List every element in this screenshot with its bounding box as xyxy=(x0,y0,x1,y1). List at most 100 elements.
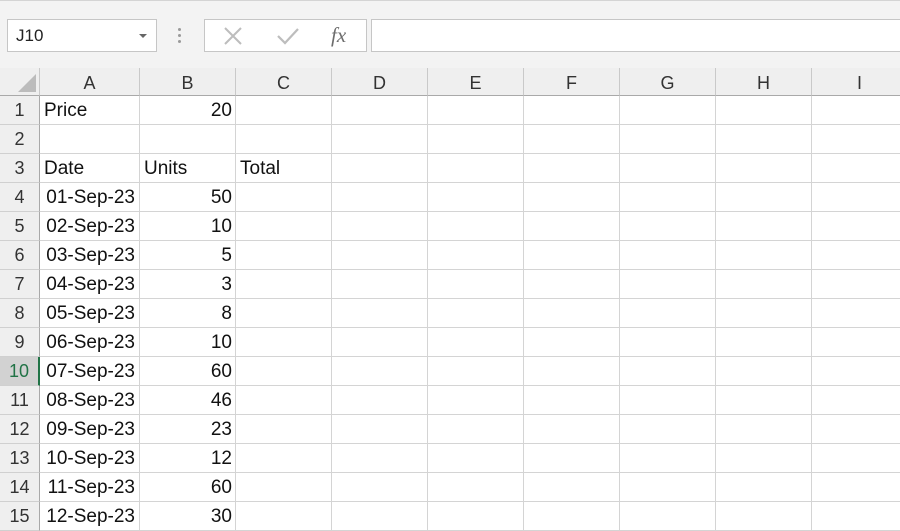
cell-c3[interactable]: Total xyxy=(236,154,332,183)
cell-b6[interactable]: 5 xyxy=(140,241,236,270)
cell-d11[interactable] xyxy=(332,386,428,415)
row-header-11[interactable]: 11 xyxy=(0,386,40,415)
cell-d14[interactable] xyxy=(332,473,428,502)
cell-a7[interactable]: 04-Sep-23 xyxy=(40,270,140,299)
row-header-10[interactable]: 10 xyxy=(0,357,40,386)
cell-h14[interactable] xyxy=(716,473,812,502)
column-header-c[interactable]: C xyxy=(236,68,332,96)
cell-e7[interactable] xyxy=(428,270,524,299)
cell-h3[interactable] xyxy=(716,154,812,183)
cell-c1[interactable] xyxy=(236,96,332,125)
cell-e14[interactable] xyxy=(428,473,524,502)
cell-e4[interactable] xyxy=(428,183,524,212)
cell-d13[interactable] xyxy=(332,444,428,473)
cell-b8[interactable]: 8 xyxy=(140,299,236,328)
cell-c14[interactable] xyxy=(236,473,332,502)
cell-b11[interactable]: 46 xyxy=(140,386,236,415)
cell-e11[interactable] xyxy=(428,386,524,415)
cell-f13[interactable] xyxy=(524,444,620,473)
cell-g7[interactable] xyxy=(620,270,716,299)
formula-input[interactable] xyxy=(371,19,900,52)
cell-e5[interactable] xyxy=(428,212,524,241)
cell-f6[interactable] xyxy=(524,241,620,270)
cell-e13[interactable] xyxy=(428,444,524,473)
cell-g14[interactable] xyxy=(620,473,716,502)
row-header-9[interactable]: 9 xyxy=(0,328,40,357)
cell-h6[interactable] xyxy=(716,241,812,270)
cell-c2[interactable] xyxy=(236,125,332,154)
row-header-13[interactable]: 13 xyxy=(0,444,40,473)
cell-g2[interactable] xyxy=(620,125,716,154)
cell-c4[interactable] xyxy=(236,183,332,212)
cell-d6[interactable] xyxy=(332,241,428,270)
cell-g5[interactable] xyxy=(620,212,716,241)
cell-c11[interactable] xyxy=(236,386,332,415)
cell-b3[interactable]: Units xyxy=(140,154,236,183)
cell-a9[interactable]: 06-Sep-23 xyxy=(40,328,140,357)
row-header-14[interactable]: 14 xyxy=(0,473,40,502)
cell-e1[interactable] xyxy=(428,96,524,125)
cell-a6[interactable]: 03-Sep-23 xyxy=(40,241,140,270)
cell-a8[interactable]: 05-Sep-23 xyxy=(40,299,140,328)
cell-f10[interactable] xyxy=(524,357,620,386)
cell-i6[interactable] xyxy=(812,241,900,270)
cell-i3[interactable] xyxy=(812,154,900,183)
cell-a2[interactable] xyxy=(40,125,140,154)
cell-h12[interactable] xyxy=(716,415,812,444)
row-header-7[interactable]: 7 xyxy=(0,270,40,299)
cell-e3[interactable] xyxy=(428,154,524,183)
cell-e9[interactable] xyxy=(428,328,524,357)
cell-c8[interactable] xyxy=(236,299,332,328)
column-header-d[interactable]: D xyxy=(332,68,428,96)
cell-b13[interactable]: 12 xyxy=(140,444,236,473)
cell-f4[interactable] xyxy=(524,183,620,212)
cell-h2[interactable] xyxy=(716,125,812,154)
cell-a14[interactable]: 11-Sep-23 xyxy=(40,473,140,502)
cell-h1[interactable] xyxy=(716,96,812,125)
cell-g3[interactable] xyxy=(620,154,716,183)
column-header-i[interactable]: I xyxy=(812,68,900,96)
column-header-a[interactable]: A xyxy=(40,68,140,96)
cell-e6[interactable] xyxy=(428,241,524,270)
cell-b7[interactable]: 3 xyxy=(140,270,236,299)
cell-i12[interactable] xyxy=(812,415,900,444)
cell-g4[interactable] xyxy=(620,183,716,212)
cell-b1[interactable]: 20 xyxy=(140,96,236,125)
cell-i13[interactable] xyxy=(812,444,900,473)
cell-i5[interactable] xyxy=(812,212,900,241)
cell-f15[interactable] xyxy=(524,502,620,531)
cell-a1[interactable]: Price xyxy=(40,96,140,125)
cell-e2[interactable] xyxy=(428,125,524,154)
cell-g11[interactable] xyxy=(620,386,716,415)
cell-f5[interactable] xyxy=(524,212,620,241)
cell-g12[interactable] xyxy=(620,415,716,444)
cell-b15[interactable]: 30 xyxy=(140,502,236,531)
cell-h8[interactable] xyxy=(716,299,812,328)
cell-g1[interactable] xyxy=(620,96,716,125)
select-all-button[interactable] xyxy=(0,68,40,96)
cell-f12[interactable] xyxy=(524,415,620,444)
cell-c9[interactable] xyxy=(236,328,332,357)
cell-g6[interactable] xyxy=(620,241,716,270)
cell-b10[interactable]: 60 xyxy=(140,357,236,386)
column-header-h[interactable]: H xyxy=(716,68,812,96)
name-box[interactable]: J10 xyxy=(7,19,157,52)
column-header-g[interactable]: G xyxy=(620,68,716,96)
cell-h9[interactable] xyxy=(716,328,812,357)
cell-b5[interactable]: 10 xyxy=(140,212,236,241)
cell-d12[interactable] xyxy=(332,415,428,444)
cell-e15[interactable] xyxy=(428,502,524,531)
cell-c13[interactable] xyxy=(236,444,332,473)
cell-c7[interactable] xyxy=(236,270,332,299)
cell-a13[interactable]: 10-Sep-23 xyxy=(40,444,140,473)
name-box-value[interactable]: J10 xyxy=(16,26,43,46)
cell-c5[interactable] xyxy=(236,212,332,241)
cell-i15[interactable] xyxy=(812,502,900,531)
row-header-1[interactable]: 1 xyxy=(0,96,40,125)
cell-a15[interactable]: 12-Sep-23 xyxy=(40,502,140,531)
cell-c15[interactable] xyxy=(236,502,332,531)
cell-e10[interactable] xyxy=(428,357,524,386)
cell-i11[interactable] xyxy=(812,386,900,415)
cell-g8[interactable] xyxy=(620,299,716,328)
insert-function-icon[interactable]: fx xyxy=(321,20,361,51)
